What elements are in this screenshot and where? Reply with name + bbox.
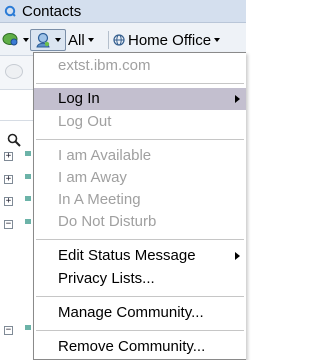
menu-item-away[interactable]: I am Away	[34, 167, 246, 189]
filter-dropdown[interactable]: All	[68, 29, 94, 51]
speech-bubble-icon	[5, 64, 23, 79]
window-title: Contacts	[22, 3, 82, 20]
location-label: Home Office	[128, 31, 212, 49]
status-button[interactable]	[2, 29, 29, 51]
sametime-q-icon	[4, 5, 16, 17]
menu-item-do-not-disturb[interactable]: Do Not Disturb	[34, 211, 246, 233]
search-icon[interactable]	[7, 133, 21, 147]
presence-button[interactable]	[30, 29, 66, 51]
chevron-down-icon	[87, 38, 94, 42]
chat-status-icon	[2, 33, 18, 46]
menu-item-privacy-lists[interactable]: Privacy Lists...	[34, 268, 246, 290]
presence-person-icon	[36, 32, 50, 48]
menu-separator	[36, 139, 244, 140]
context-menu: extst.ibm.com Log In Log Out I am Availa…	[33, 52, 246, 360]
menu-separator	[36, 83, 244, 84]
menu-separator	[36, 330, 244, 331]
menu-separator	[36, 296, 244, 297]
globe-icon	[113, 34, 125, 46]
menu-item-edit-status[interactable]: Edit Status Message	[34, 245, 246, 267]
menu-item-server: extst.ibm.com	[58, 57, 151, 74]
menu-item-log-out[interactable]: Log Out	[34, 111, 246, 133]
menu-separator	[36, 239, 244, 240]
chevron-down-icon	[55, 38, 61, 42]
chevron-down-icon	[23, 38, 29, 42]
title-bar: Contacts	[0, 0, 246, 23]
collapse-icon[interactable]: −	[4, 326, 13, 335]
menu-item-available[interactable]: I am Available	[34, 145, 246, 167]
menu-item-label: Edit Status Message	[58, 247, 196, 264]
submenu-arrow-icon	[235, 95, 240, 103]
filter-label: All	[68, 31, 85, 49]
location-dropdown[interactable]: Home Office	[113, 29, 221, 51]
menu-item-manage-community[interactable]: Manage Community...	[34, 302, 246, 324]
chevron-down-icon	[214, 38, 221, 42]
toolbar-divider	[108, 31, 109, 49]
menu-item-in-meeting[interactable]: In A Meeting	[34, 189, 246, 211]
menu-item-remove-community[interactable]: Remove Community...	[34, 336, 246, 358]
menu-item-label: Log In	[58, 90, 100, 107]
expand-icon[interactable]: +	[4, 152, 13, 161]
expand-icon[interactable]: +	[4, 175, 13, 184]
expand-icon[interactable]: +	[4, 197, 13, 206]
menu-item-log-in[interactable]: Log In	[34, 88, 246, 110]
submenu-arrow-icon	[235, 252, 240, 260]
collapse-icon[interactable]: −	[4, 220, 13, 229]
